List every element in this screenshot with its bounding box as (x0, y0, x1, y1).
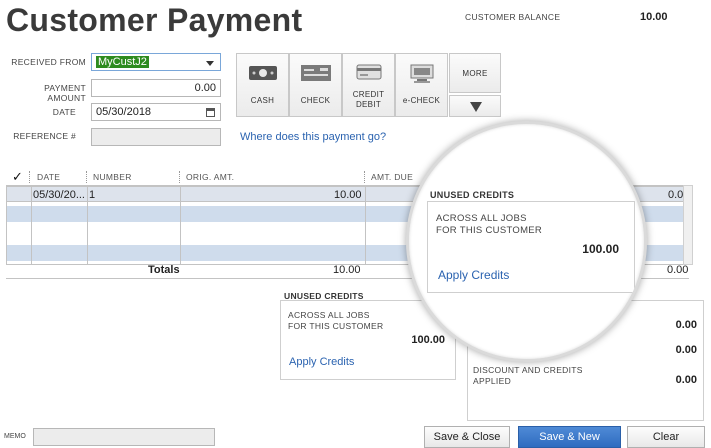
row-date: 05/30/20... (33, 189, 85, 201)
memo-input[interactable] (33, 428, 215, 446)
discount-credits-amount: 0.00 (675, 374, 697, 386)
reference-label: REFERENCE # (13, 131, 76, 141)
payment-amount-input[interactable]: 0.00 (91, 79, 221, 97)
summary-amount-1: 0.00 (675, 319, 697, 331)
check-icon (300, 64, 332, 84)
discount-credits-label: DISCOUNT AND CREDITS APPLIED (473, 365, 583, 386)
save-new-button[interactable]: Save & New (518, 426, 621, 448)
reference-input[interactable] (91, 128, 221, 146)
received-from-label: RECEIVED FROM (11, 57, 86, 67)
cash-label: CASH (250, 96, 275, 105)
memo-label: MEMO (4, 433, 26, 440)
cash-icon (248, 64, 278, 84)
received-from-select[interactable]: MyCustJ2 (91, 53, 221, 71)
col-amt-due[interactable]: AMT. DUE (371, 172, 413, 182)
chevron-down-icon[interactable] (206, 61, 214, 66)
e-check-label: e-CHECK (402, 96, 441, 105)
credit-card-icon (356, 64, 382, 82)
magnifier-box: ACROSS ALL JOBS FOR THIS CUSTOMER 100.00 … (427, 201, 635, 293)
customer-balance-label: CUSTOMER BALANCE (465, 12, 561, 22)
totals-payment: 0.00 (667, 264, 689, 276)
save-close-button[interactable]: Save & Close (424, 426, 510, 448)
customer-balance-value: 10.00 (640, 11, 668, 23)
where-payment-go-link[interactable]: Where does this payment go? (240, 131, 386, 143)
more-button[interactable]: MORE (449, 53, 501, 93)
unused-credits-amount: 100.00 (411, 334, 445, 346)
checkmark-icon[interactable]: ✓ (12, 169, 23, 185)
unused-credits-desc: ACROSS ALL JOBS FOR THIS CUSTOMER (288, 310, 384, 331)
e-check-icon (409, 64, 435, 86)
totals-label: Totals (148, 264, 180, 276)
cash-button[interactable]: CASH (236, 53, 289, 117)
magnifier-callout: UNUSED CREDITS ACROSS ALL JOBS FOR THIS C… (406, 121, 647, 362)
e-check-button[interactable]: e-CHECK (395, 53, 448, 117)
apply-credits-link[interactable]: Apply Credits (289, 356, 354, 368)
totals-orig-amt: 10.00 (333, 264, 361, 276)
credit-debit-button[interactable]: CREDIT DEBIT (342, 53, 395, 117)
triangle-down-icon (470, 102, 482, 112)
payment-amount-label: PAYMENT AMOUNT (44, 83, 86, 103)
magnifier-apply-credits-link[interactable]: Apply Credits (438, 268, 509, 282)
table-scrollbar[interactable] (683, 185, 693, 265)
more-dropdown-button[interactable] (449, 95, 501, 117)
magnifier-amount: 100.00 (582, 242, 619, 256)
date-value: 05/30/2018 (96, 106, 152, 118)
check-button[interactable]: CHECK (289, 53, 342, 117)
received-from-value: MyCustJ2 (96, 56, 149, 68)
row-number: 1 (89, 189, 96, 201)
magnifier-desc: ACROSS ALL JOBS FOR THIS CUSTOMER (436, 213, 543, 236)
clear-button[interactable]: Clear (627, 426, 705, 448)
date-input[interactable]: 05/30/2018 (91, 103, 221, 121)
col-date[interactable]: DATE (37, 172, 60, 182)
row-orig-amt: 10.00 (334, 189, 362, 201)
magnifier-heading: UNUSED CREDITS (430, 190, 515, 200)
page-title: Customer Payment (6, 2, 303, 38)
summary-amount-2: 0.00 (675, 344, 697, 356)
date-label: DATE (52, 107, 76, 117)
col-number[interactable]: NUMBER (93, 172, 132, 182)
calendar-icon[interactable] (206, 108, 215, 117)
col-orig-amt[interactable]: ORIG. AMT. (186, 172, 234, 182)
credit-debit-label: CREDIT DEBIT (352, 90, 385, 109)
check-label: CHECK (300, 96, 331, 105)
